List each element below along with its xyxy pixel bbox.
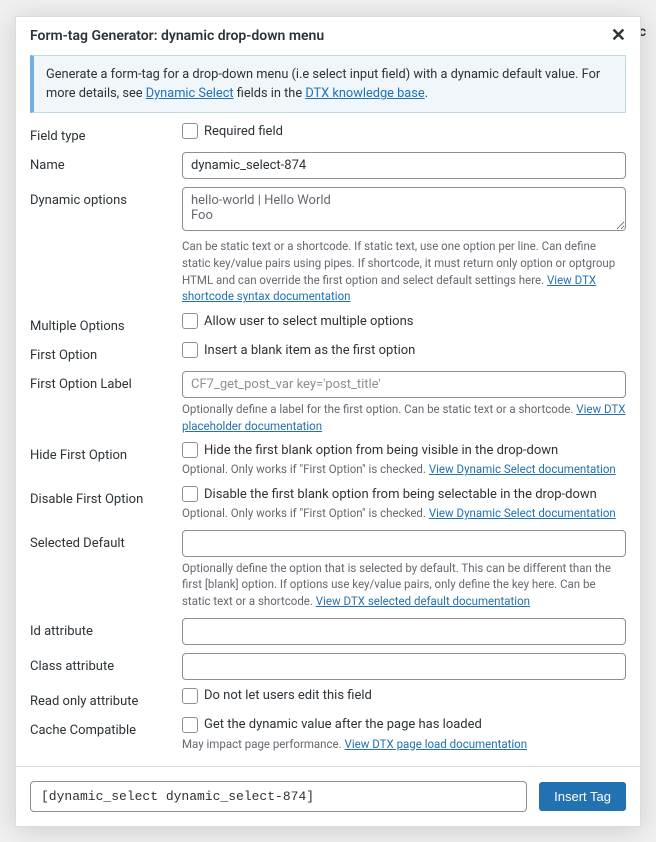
first-option-label-label: First Option Label <box>30 371 182 392</box>
dynamic-select-link[interactable]: Dynamic Select <box>146 86 234 101</box>
name-label: Name <box>30 152 182 173</box>
hide-first-checkbox[interactable] <box>182 442 198 458</box>
insert-tag-button[interactable]: Insert Tag <box>539 782 626 811</box>
shortcode-output[interactable]: [dynamic_select dynamic_select-874] <box>30 781 527 812</box>
modal-title: Form-tag Generator: dynamic drop-down me… <box>30 28 324 44</box>
class-attribute-label: Class attribute <box>30 653 182 674</box>
field-type-label: Field type <box>30 123 182 144</box>
id-attribute-label: Id attribute <box>30 618 182 639</box>
readonly-cb-label: Do not let users edit this field <box>204 688 372 703</box>
dtx-kb-link[interactable]: DTX knowledge base <box>305 86 424 101</box>
required-label: Required field <box>204 124 283 139</box>
cache-checkbox[interactable] <box>182 717 198 733</box>
cache-compatible-label: Cache Compatible <box>30 717 182 738</box>
multiple-cb-label: Allow user to select multiple options <box>204 314 413 329</box>
dtx-selected-default-doc-link[interactable]: View DTX selected default documentation <box>316 594 530 608</box>
first-option-label-input[interactable] <box>182 371 626 398</box>
form-tag-generator-modal: Form-tag Generator: dynamic drop-down me… <box>15 16 641 827</box>
disable-first-help: Optional. Only works if "First Option" i… <box>182 506 429 520</box>
selected-default-label: Selected Default <box>30 530 182 551</box>
first-option-cb-label: Insert a blank item as the first option <box>204 343 415 358</box>
info-notice: Generate a form-tag for a drop-down menu… <box>30 55 626 113</box>
hide-first-option-label: Hide First Option <box>30 442 182 463</box>
multiple-checkbox[interactable] <box>182 313 198 329</box>
hide-first-help: Optional. Only works if "First Option" i… <box>182 462 429 476</box>
dynamic-select-doc-link-1[interactable]: View Dynamic Select documentation <box>429 462 616 476</box>
hide-first-cb-label: Hide the first blank option from being v… <box>204 443 558 458</box>
disable-first-option-label: Disable First Option <box>30 486 182 507</box>
dynamic-options-label: Dynamic options <box>30 187 182 208</box>
id-attribute-input[interactable] <box>182 618 626 645</box>
dtx-page-load-doc-link[interactable]: View DTX page load documentation <box>345 737 528 751</box>
multiple-options-label: Multiple Options <box>30 313 182 334</box>
cache-help: May impact page performance. <box>182 737 345 751</box>
readonly-label: Read only attribute <box>30 688 182 709</box>
class-attribute-input[interactable] <box>182 653 626 680</box>
first-option-checkbox[interactable] <box>182 342 198 358</box>
dynamic-select-doc-link-2[interactable]: View Dynamic Select documentation <box>429 506 616 520</box>
first-option-label: First Option <box>30 342 182 363</box>
close-icon[interactable]: ✕ <box>611 27 626 45</box>
disable-first-checkbox[interactable] <box>182 486 198 502</box>
readonly-checkbox[interactable] <box>182 688 198 704</box>
name-input[interactable] <box>182 152 626 179</box>
dynamic-options-textarea[interactable]: hello-world | Hello World Foo <box>182 187 626 231</box>
disable-first-cb-label: Disable the first blank option from bein… <box>204 487 597 502</box>
cache-cb-label: Get the dynamic value after the page has… <box>204 717 482 732</box>
required-checkbox[interactable] <box>182 123 198 139</box>
first-option-label-help: Optionally define a label for the first … <box>182 402 576 416</box>
selected-default-input[interactable] <box>182 530 626 557</box>
